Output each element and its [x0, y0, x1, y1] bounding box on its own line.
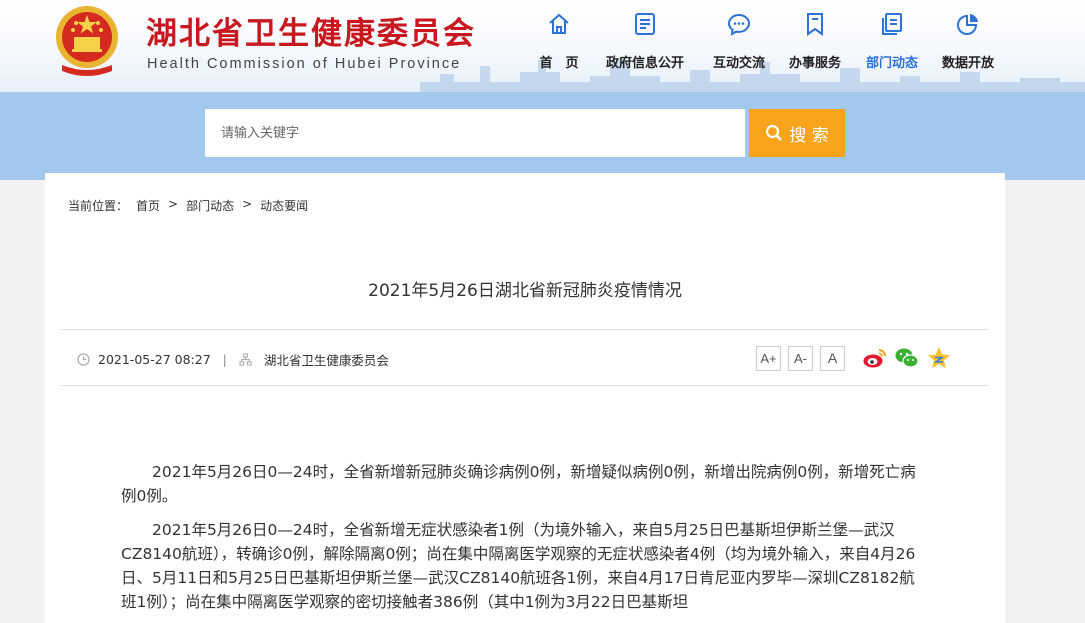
search-icon: [766, 124, 783, 141]
meta-divider: |: [222, 352, 227, 367]
breadcrumb-home-link[interactable]: 首页: [136, 197, 160, 214]
breadcrumb: 当前位置： 首页 > 部门动态 > 动态要闻: [68, 197, 308, 214]
breadcrumb-separator: >: [242, 197, 253, 211]
site-subtitle: Health Commission of Hubei Province: [147, 56, 462, 72]
chat-bubble-icon: [727, 13, 751, 36]
article-paragraph: 2021年5月26日0—24时，全省新增无症状感染者1例（为境外输入，来自5月2…: [121, 521, 916, 611]
files-icon: [882, 13, 902, 35]
weibo-icon[interactable]: [862, 345, 888, 371]
site-header: 湖北省卫生健康委员会 Health Commission of Hubei Pr…: [0, 0, 1085, 92]
site-title: 湖北省卫生健康委员会: [146, 16, 476, 52]
article-source: 湖北省卫生健康委员会: [263, 353, 389, 368]
nav-dept-news[interactable]: 部门动态: [854, 10, 930, 72]
article-meta: 2021-05-27 08:27 | 湖北省卫生健康委员会: [77, 350, 389, 369]
nav-gov-info[interactable]: 政府信息公开: [588, 10, 702, 72]
breadcrumb-lead: 当前位置：: [68, 199, 129, 213]
article-body: 2021年5月26日0—24时，全省新增新冠肺炎确诊病例0例，新增疑似病例0例，…: [121, 460, 927, 623]
nav-interaction-label: 互动交流: [712, 56, 765, 71]
qzone-icon[interactable]: [926, 345, 952, 371]
font-increase-label: A+: [760, 350, 777, 366]
divider-top: [61, 329, 989, 330]
article-title: 2021年5月26日湖北省新冠肺炎疫情情况: [368, 281, 682, 301]
search-input[interactable]: [205, 109, 745, 157]
article-card: 当前位置： 首页 > 部门动态 > 动态要闻 2021年5月26日湖北省新冠肺炎…: [45, 173, 1005, 623]
nav-gov-info-label: 政府信息公开: [605, 56, 684, 71]
search-button-label: 搜 索: [789, 125, 829, 146]
wechat-icon[interactable]: [894, 345, 920, 371]
font-decrease-label: A-: [794, 350, 807, 366]
document-icon: [635, 13, 655, 35]
breadcrumb-news-link[interactable]: 动态要闻: [260, 197, 308, 214]
nav-services[interactable]: 办事服务: [776, 10, 854, 72]
clock-icon: [77, 353, 90, 366]
breadcrumb-separator: >: [168, 197, 179, 211]
article-tools: A+ A- A: [756, 345, 952, 371]
publish-date: 2021-05-27 08:27: [98, 352, 211, 367]
search-button[interactable]: 搜 索: [749, 109, 845, 157]
font-reset-button[interactable]: A: [820, 345, 845, 371]
nav-home-label: 首 页: [539, 56, 579, 71]
font-decrease-button[interactable]: A-: [788, 345, 813, 371]
nav-home[interactable]: 首 页: [530, 10, 588, 72]
nav-open-data[interactable]: 数据开放: [930, 10, 1006, 72]
font-reset-label: A: [827, 350, 838, 366]
home-icon: [549, 13, 569, 34]
nav-dept-news-label: 部门动态: [865, 56, 918, 71]
divider-bottom: [61, 385, 989, 386]
nav-interaction[interactable]: 互动交流: [702, 10, 776, 72]
nav-open-data-label: 数据开放: [941, 56, 994, 71]
pie-chart-icon: [957, 14, 978, 35]
national-emblem-logo: [56, 6, 118, 76]
org-chart-icon: [239, 353, 252, 366]
font-increase-button[interactable]: A+: [756, 345, 781, 371]
article-paragraph: 2021年5月26日0—24时，全省新增新冠肺炎确诊病例0例，新增疑似病例0例，…: [121, 463, 916, 505]
bookmark-icon: [807, 13, 823, 36]
nav-services-label: 办事服务: [788, 56, 841, 71]
breadcrumb-dept-news-link[interactable]: 部门动态: [186, 197, 234, 214]
main-nav: 首 页 政府信息公开 互动交流 办事服务 部门动态 数据开放: [530, 10, 1006, 75]
